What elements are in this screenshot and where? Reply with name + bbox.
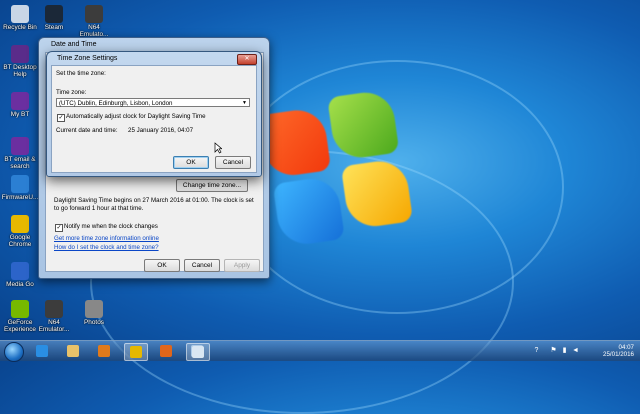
cancel-button[interactable]: Cancel: [184, 259, 220, 272]
volume-icon[interactable]: ◄: [571, 346, 580, 355]
apply-button[interactable]: Apply: [224, 259, 260, 272]
media-player-icon: [98, 345, 110, 357]
close-button[interactable]: ✕: [237, 54, 257, 65]
n64-emulator-icon: [45, 300, 63, 318]
date-time-icon: [192, 346, 204, 358]
ok-button[interactable]: OK: [144, 259, 180, 272]
taskbar-button[interactable]: [186, 343, 210, 361]
more-tz-info-link[interactable]: Get more time zone information online: [54, 235, 159, 243]
clock-date: 25/01/2016: [603, 351, 634, 358]
chrome-icon: [11, 215, 29, 233]
clock-help-link[interactable]: How do I set the clock and time zone?: [54, 244, 159, 252]
dst-info-text: Daylight Saving Time begins on 27 March …: [54, 197, 254, 212]
clock-time: 04:07: [618, 344, 634, 351]
taskbar-button[interactable]: [93, 343, 115, 359]
notify-label: Notify me when the clock changes: [64, 223, 158, 230]
desktop-icon-label: N64 Emulator...: [38, 319, 70, 333]
taskbar-button[interactable]: [31, 343, 53, 359]
time-zone-select[interactable]: (UTC) Dublin, Edinburgh, Lisbon, London …: [56, 98, 250, 107]
desktop-icon[interactable]: BT email & search: [0, 137, 40, 170]
current-datetime-value: 25 January 2016, 04:07: [128, 127, 194, 134]
file-explorer-icon: [67, 345, 79, 357]
steam-icon: [45, 5, 63, 23]
auto-dst-checkbox[interactable]: ✓: [57, 114, 65, 122]
desktop-icon[interactable]: N64 Emulator...: [34, 300, 74, 333]
desktop-icon-label: Photos: [84, 319, 104, 326]
desktop-icon[interactable]: Google Chrome: [0, 215, 40, 248]
desktop-icon[interactable]: FirmwareU...: [0, 175, 40, 201]
time-zone-settings-dialog: Time Zone Settings ✕ Set the time zone: …: [46, 51, 262, 177]
dialog-title: Time Zone Settings: [57, 55, 118, 62]
taskbar-button[interactable]: [124, 343, 148, 361]
help-icon[interactable]: ?: [532, 346, 541, 355]
internet-explorer-icon: [36, 345, 48, 357]
desktop-icon-label: N64 Emulato...: [79, 24, 109, 38]
desktop-icon[interactable]: My BT: [0, 92, 40, 118]
taskbar: ? ⚑ ▮ ◄ 04:07 25/01/2016: [0, 340, 640, 362]
system-clock[interactable]: 04:07 25/01/2016: [603, 344, 634, 358]
desktop-icon[interactable]: N64 Emulato...: [74, 5, 114, 38]
desktop-icon[interactable]: BT Desktop Help: [0, 45, 40, 78]
taskbar-button[interactable]: [155, 343, 177, 359]
desktop-icon-label: Steam: [44, 24, 64, 31]
ok-button[interactable]: OK: [173, 156, 209, 169]
set-time-zone-label: Set the time zone:: [56, 70, 106, 77]
start-button[interactable]: [4, 342, 24, 362]
media-go-icon: [11, 262, 29, 280]
bt-email-icon: [11, 137, 29, 155]
photos-icon: [85, 300, 103, 318]
desktop-icon-label: Media Go: [6, 281, 34, 288]
desktop-icon[interactable]: Media Go: [0, 262, 40, 288]
n64-emulator-icon: [85, 5, 103, 23]
chevron-down-icon: ▼: [242, 100, 247, 106]
dialog-body: Set the time zone: Time zone: (UTC) Dubl…: [51, 65, 257, 173]
desktop-icon-label: My BT: [10, 111, 30, 118]
cancel-button[interactable]: Cancel: [215, 156, 251, 169]
auto-dst-label: Automatically adjust clock for Daylight …: [66, 113, 206, 120]
desktop-icon-label: BT email & search: [4, 156, 36, 170]
help-icon: [11, 45, 29, 63]
current-datetime-label: Current date and time:: [56, 127, 118, 134]
flag-icon[interactable]: ⚑: [549, 346, 558, 355]
time-zone-label: Time zone:: [56, 89, 87, 96]
mouse-cursor-icon: [214, 142, 222, 154]
geforce-icon: [11, 300, 29, 318]
network-icon[interactable]: ▮: [560, 346, 569, 355]
recycle-bin-icon: [11, 5, 29, 23]
chrome-icon: [130, 346, 142, 358]
firmware-icon: [11, 175, 29, 193]
notify-checkbox[interactable]: ✓: [55, 224, 63, 232]
change-time-zone-button[interactable]: Change time zone...: [176, 179, 248, 192]
taskbar-button[interactable]: [62, 343, 84, 359]
firefox-icon: [160, 345, 172, 357]
bt-icon: [11, 92, 29, 110]
desktop-icon[interactable]: Steam: [34, 5, 74, 31]
desktop-icon-label: Google Chrome: [8, 234, 32, 248]
desktop-icon[interactable]: Photos: [74, 300, 114, 326]
desktop-icon-label: FirmwareU...: [1, 194, 39, 201]
windows-logo: [258, 88, 417, 254]
desktop-icon-label: BT Desktop Help: [3, 64, 37, 78]
dialog-title: Date and Time: [51, 41, 97, 48]
time-zone-value: (UTC) Dublin, Edinburgh, Lisbon, London: [59, 100, 173, 107]
